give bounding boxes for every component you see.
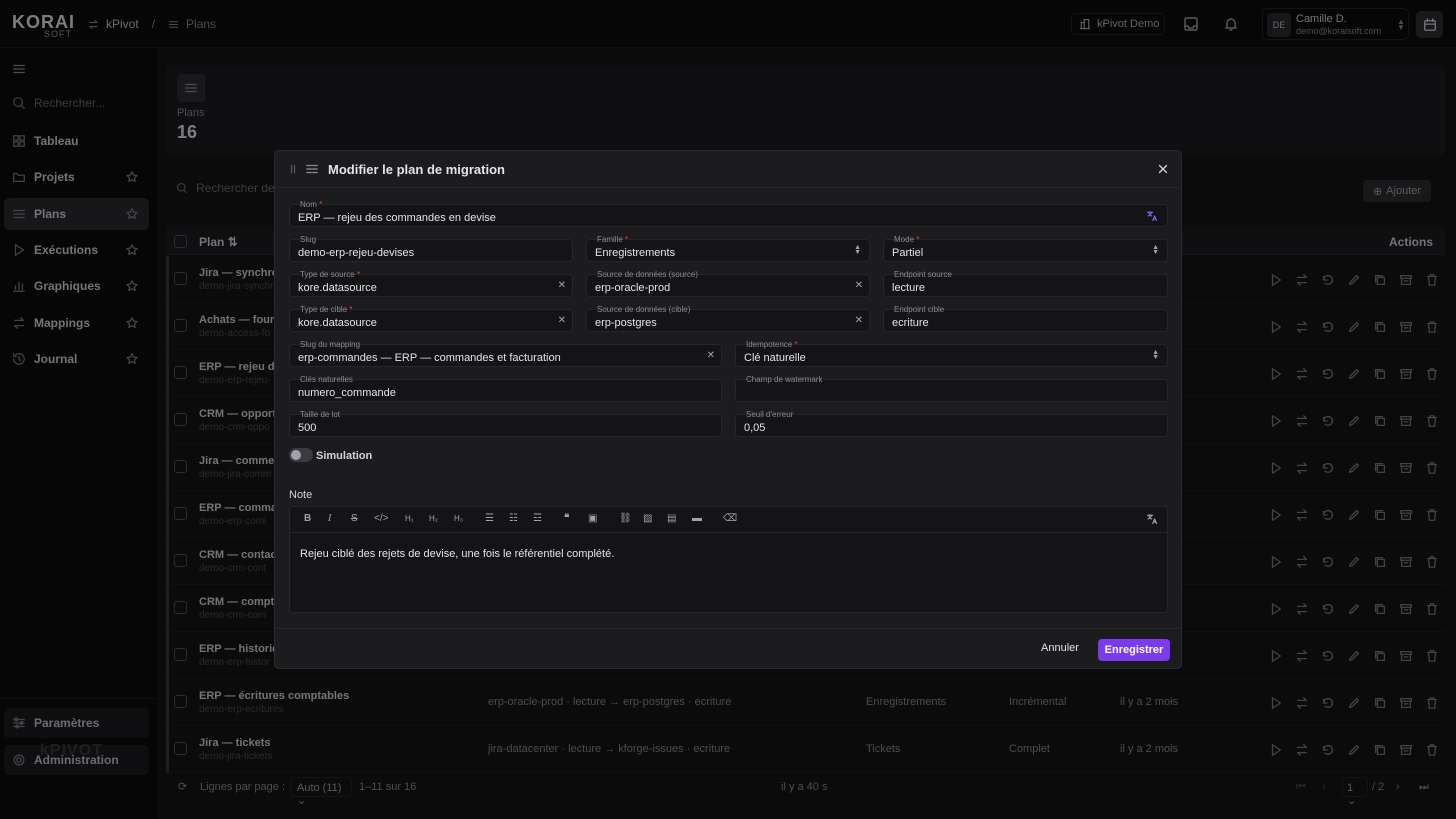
note-editor[interactable]: B I S </> H₁ H₂ H₃ ☰ ☷ ☲ ❝ ▣ ⛓ ▨ ▤ ▬ ⌫ R… [289, 506, 1168, 613]
eraser-icon[interactable]: ⌫ [723, 513, 737, 525]
name-field[interactable]: Nom * ERP — rejeu des commandes en devis… [289, 200, 1168, 227]
table-icon[interactable]: ▤ [667, 513, 676, 525]
mapping-slug-field[interactable]: Slug du mapping erp-commandes — ERP — co… [289, 340, 722, 367]
family-select[interactable]: Famille * Enregistrements ▲ ▼ [586, 235, 870, 262]
target-datasource-field[interactable]: Source de données (cible) erp-postgres ✕ [586, 305, 870, 332]
source-endpoint-value: lecture [892, 282, 926, 294]
error-threshold-value: 0,05 [744, 422, 766, 434]
bullet-list-icon[interactable]: ☰ [485, 513, 494, 525]
note-text: Rejeu ciblé des rejets de devise, une fo… [300, 548, 615, 560]
save-button[interactable]: Enregistrer [1098, 639, 1170, 661]
mode-select[interactable]: Mode * Partiel ▲ ▼ [883, 235, 1168, 262]
heading1-icon[interactable]: H₁ [405, 513, 413, 525]
cancel-button[interactable]: Annuler [1041, 642, 1079, 654]
chevron-updown-icon: ▲ ▼ [854, 244, 861, 256]
translate-icon[interactable] [1146, 513, 1158, 525]
chevron-updown-icon: ▲ ▼ [1152, 244, 1159, 256]
edit-plan-dialog: Modifier le plan de migration Nom * ERP … [274, 150, 1182, 669]
clear-icon[interactable]: ✕ [558, 281, 566, 291]
target-datasource-value: erp-postgres [595, 317, 657, 329]
natural-keys-value: numero_commande [298, 387, 396, 399]
mapping-slug-value: erp-commandes — ERP — commandes et factu… [298, 352, 561, 364]
batch-size-value: 500 [298, 422, 317, 434]
image-icon[interactable]: ▨ [643, 513, 652, 525]
mode-value: Partiel [892, 247, 924, 259]
italic-icon[interactable]: I [328, 513, 331, 525]
simulation-label: Simulation [316, 450, 373, 462]
task-list-icon[interactable]: ☲ [533, 513, 542, 525]
heading3-icon[interactable]: H₃ [454, 513, 463, 525]
list-icon [305, 162, 319, 176]
bold-icon[interactable]: B [304, 513, 311, 525]
target-type-value: kore.datasource [298, 317, 377, 329]
slug-field[interactable]: Slug demo-erp-rejeu-devises [289, 235, 573, 262]
source-type-value: kore.datasource [298, 282, 377, 294]
dialog-title: Modifier le plan de migration [328, 162, 505, 177]
idempotence-value: Clé naturelle [744, 352, 806, 364]
drag-handle-icon[interactable] [287, 163, 299, 175]
code-icon[interactable]: </> [374, 513, 388, 525]
editor-toolbar: B I S </> H₁ H₂ H₃ ☰ ☷ ☲ ❝ ▣ ⛓ ▨ ▤ ▬ ⌫ [290, 507, 1167, 533]
batch-size-field[interactable]: Taille de lot 500 [289, 410, 722, 437]
simulation-toggle[interactable] [289, 448, 313, 462]
source-datasource-value: erp-oracle-prod [595, 282, 671, 294]
divider-icon[interactable]: ▬ [692, 513, 702, 525]
clear-icon[interactable]: ✕ [855, 316, 863, 326]
target-type-field[interactable]: Type de cible * kore.datasource ✕ [289, 305, 573, 332]
close-icon[interactable] [1156, 162, 1170, 176]
strike-icon[interactable]: S [351, 513, 358, 525]
clear-icon[interactable]: ✕ [707, 351, 715, 361]
clear-icon[interactable]: ✕ [558, 316, 566, 326]
dialog-header: Modifier le plan de migration [275, 151, 1181, 188]
source-datasource-field[interactable]: Source de données (source) erp-oracle-pr… [586, 270, 870, 297]
family-value: Enregistrements [595, 247, 676, 259]
clear-icon[interactable]: ✕ [855, 281, 863, 291]
heading2-icon[interactable]: H₂ [429, 513, 438, 525]
target-endpoint-field[interactable]: Endpoint cible ecriture [883, 305, 1168, 332]
chevron-updown-icon: ▲ ▼ [1152, 349, 1159, 361]
link-icon[interactable]: ⛓ [619, 513, 632, 525]
error-threshold-field[interactable]: Seuil d'erreur 0,05 [735, 410, 1168, 437]
slug-value: demo-erp-rejeu-devises [298, 247, 415, 259]
idempotence-select[interactable]: Idempotence * Clé naturelle ▲ ▼ [735, 340, 1168, 367]
watermark-field[interactable]: Champ de watermark [735, 375, 1168, 402]
dialog-footer: Annuler Enregistrer [275, 628, 1181, 668]
name-value: ERP — rejeu des commandes en devise [298, 212, 496, 224]
translate-icon[interactable] [1146, 210, 1158, 222]
note-label: Note [289, 489, 313, 501]
natural-keys-field[interactable]: Clés naturelles numero_commande [289, 375, 722, 402]
target-endpoint-value: ecriture [892, 317, 929, 329]
source-type-field[interactable]: Type de source * kore.datasource ✕ [289, 270, 573, 297]
code-block-icon[interactable]: ▣ [588, 513, 597, 525]
source-endpoint-field[interactable]: Endpoint source lecture [883, 270, 1168, 297]
quote-icon[interactable]: ❝ [564, 513, 569, 525]
numbered-list-icon[interactable]: ☷ [509, 513, 518, 525]
